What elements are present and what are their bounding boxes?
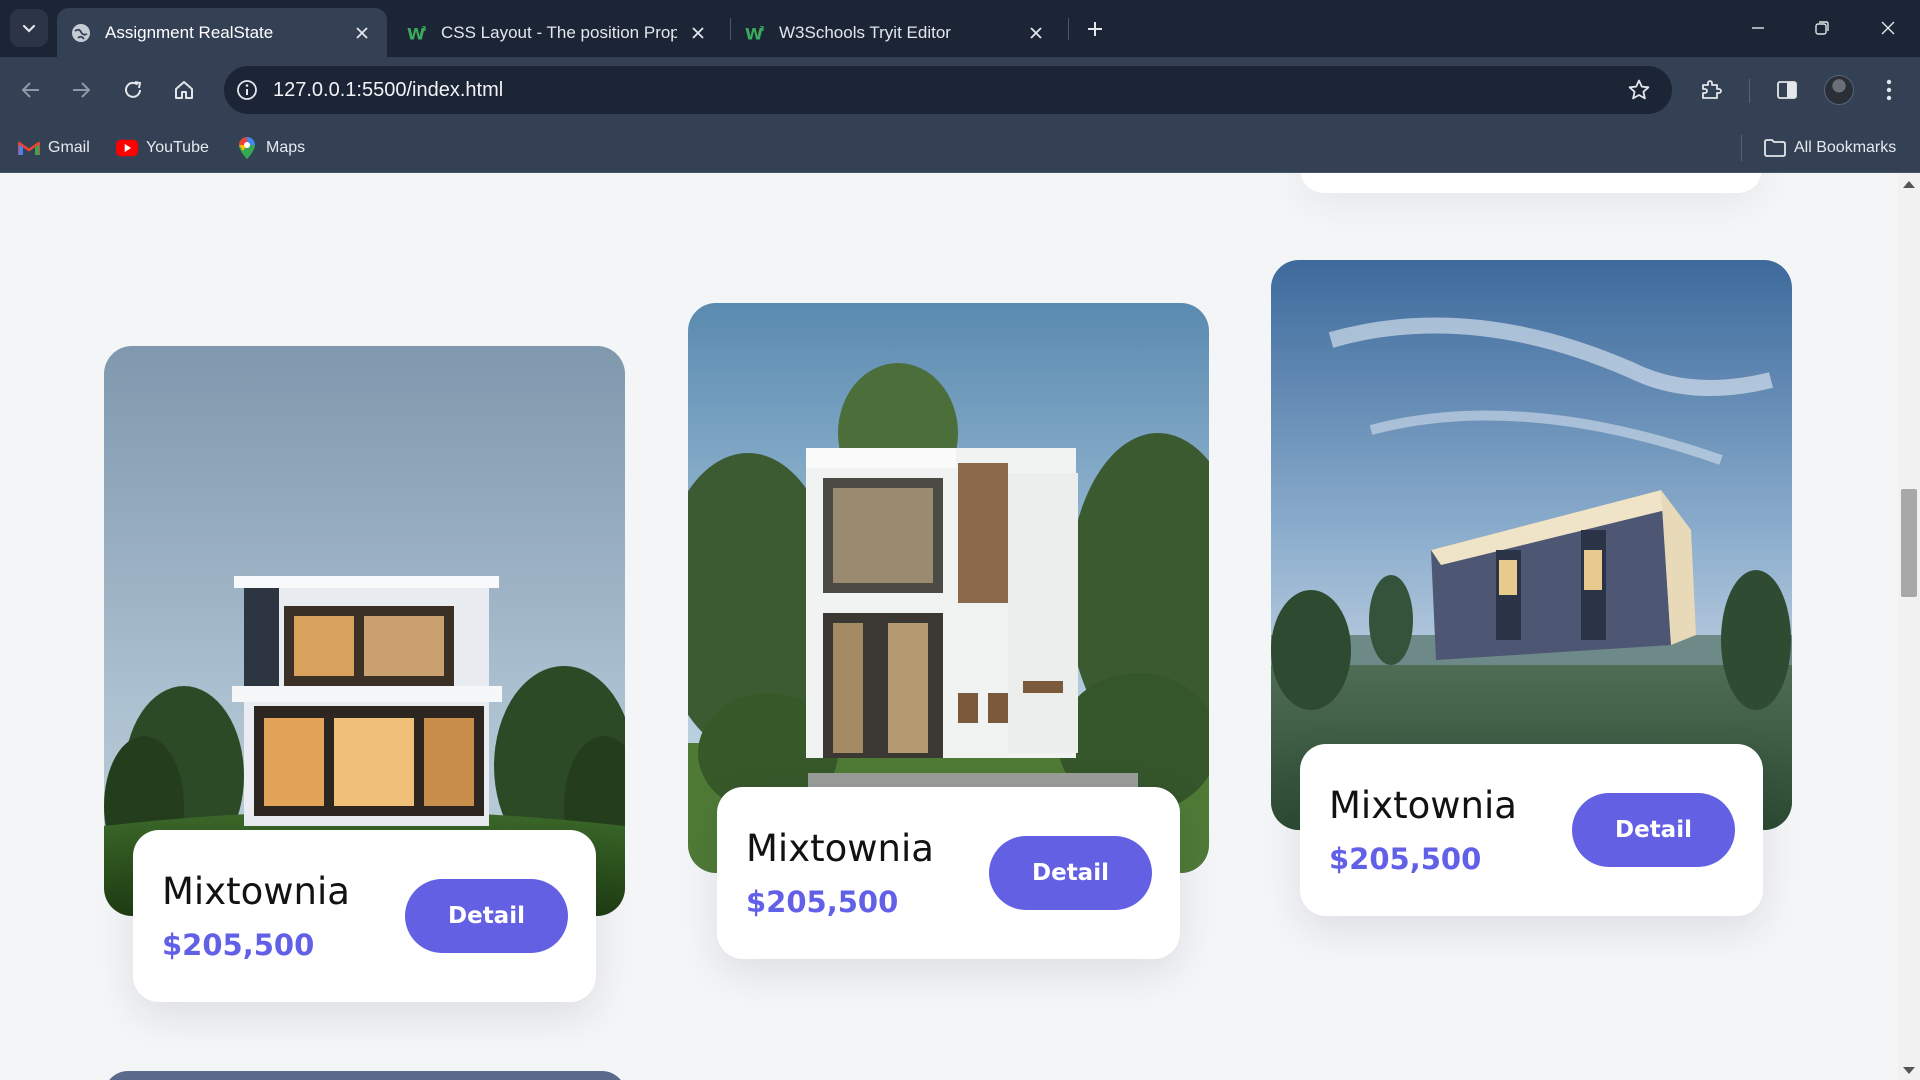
bookmark-label: Maps <box>266 139 306 156</box>
close-icon[interactable] <box>1025 22 1047 44</box>
property-info-card: Mixtownia $205,500 Detail <box>1300 744 1763 916</box>
youtube-icon <box>116 137 138 159</box>
close-icon[interactable] <box>351 22 373 44</box>
tab-separator <box>1068 18 1069 40</box>
tab-strip: Assignment RealState W3 CSS Layout - The… <box>0 0 1920 57</box>
home-button[interactable] <box>165 71 203 109</box>
back-button[interactable] <box>12 71 50 109</box>
restore-button[interactable] <box>1802 10 1842 46</box>
property-name: Mixtownia <box>746 827 934 870</box>
arrow-left-icon <box>21 82 39 98</box>
reload-icon <box>125 81 142 98</box>
arrow-right-icon <box>73 82 91 98</box>
page-scrollbar[interactable] <box>1898 173 1920 1080</box>
tab-w3schools-tryit[interactable]: W3 W3Schools Tryit Editor <box>731 8 1061 57</box>
detail-button[interactable]: Detail <box>405 879 568 953</box>
restore-icon <box>1815 21 1829 35</box>
bookmark-star-icon[interactable] <box>1622 73 1656 107</box>
site-info-icon[interactable] <box>233 76 261 104</box>
property-info-card: Mixtownia $205,500 Detail <box>717 787 1180 959</box>
tab-assignment-realstate[interactable]: Assignment RealState <box>57 8 387 57</box>
scroll-up-arrow-icon[interactable] <box>1903 181 1915 188</box>
all-bookmarks-button[interactable]: All Bookmarks <box>1764 135 1896 161</box>
property-card-2: Mixtownia $205,500 Detail <box>688 303 1209 959</box>
property-name: Mixtownia <box>162 870 350 913</box>
svg-text:3: 3 <box>760 24 765 33</box>
chevron-down-icon <box>22 24 36 33</box>
folder-icon <box>1764 137 1786 159</box>
navigation-toolbar: 127.0.0.1:5500/index.html <box>0 57 1920 123</box>
tab-title: CSS Layout - The position Property <box>441 22 677 42</box>
tab-title: Assignment RealState <box>105 22 274 42</box>
bookmark-youtube[interactable]: YouTube <box>116 135 209 161</box>
bookmark-maps[interactable]: Maps <box>236 135 305 161</box>
new-tab-button[interactable] <box>1080 14 1110 44</box>
detail-button[interactable]: Detail <box>989 836 1152 910</box>
profile-avatar[interactable] <box>1824 75 1854 105</box>
all-bookmarks-label: All Bookmarks <box>1794 139 1897 156</box>
more-vertical-icon <box>1886 79 1892 101</box>
property-card-1: Mixtownia $205,500 Detail <box>104 346 625 1002</box>
property-name: Mixtownia <box>1329 784 1517 827</box>
menu-button[interactable] <box>1870 71 1908 109</box>
maps-icon <box>236 137 258 159</box>
globe-icon <box>71 23 91 43</box>
property-price: $205,500 <box>162 928 315 962</box>
w3schools-icon: W3 <box>745 23 765 43</box>
minimize-button[interactable] <box>1738 10 1778 46</box>
bookmark-label: Gmail <box>48 139 90 156</box>
tab-search-button[interactable] <box>10 9 48 47</box>
reload-button[interactable] <box>114 71 152 109</box>
bookmarks-separator <box>1741 135 1742 161</box>
property-card-3: Mixtownia $205,500 Detail <box>1271 260 1792 916</box>
extensions-button[interactable] <box>1692 71 1730 109</box>
scroll-down-arrow-icon[interactable] <box>1903 1067 1915 1074</box>
gmail-icon <box>18 137 40 159</box>
toolbar-divider <box>1749 79 1750 103</box>
tab-title: W3Schools Tryit Editor <box>779 22 951 42</box>
previous-info-card <box>1300 173 1762 193</box>
page-content: Mixtownia $205,500 Detail Mixtownia $205… <box>0 173 1898 1080</box>
bookmark-label: YouTube <box>146 139 209 156</box>
puzzle-icon <box>1702 80 1722 99</box>
bookmarks-bar: Gmail YouTube Maps All Bookmarks <box>0 123 1920 173</box>
next-property-image <box>104 1071 626 1080</box>
svg-text:3: 3 <box>422 24 427 33</box>
close-icon <box>1881 21 1895 35</box>
side-panel-icon <box>1777 81 1797 99</box>
window-close-button[interactable] <box>1868 10 1908 46</box>
w3schools-icon: W3 <box>407 23 427 43</box>
property-price: $205,500 <box>746 885 899 919</box>
minimize-icon <box>1752 27 1764 29</box>
plus-icon <box>1088 22 1102 36</box>
scrollbar-thumb[interactable] <box>1901 489 1917 597</box>
bookmark-gmail[interactable]: Gmail <box>18 135 90 161</box>
property-info-card: Mixtownia $205,500 Detail <box>133 830 596 1002</box>
address-bar[interactable]: 127.0.0.1:5500/index.html <box>224 66 1672 114</box>
side-panel-button[interactable] <box>1768 71 1806 109</box>
tab-css-layout[interactable]: W3 CSS Layout - The position Property <box>393 8 723 57</box>
forward-button[interactable] <box>62 71 100 109</box>
url-text[interactable]: 127.0.0.1:5500/index.html <box>273 79 1622 102</box>
close-icon[interactable] <box>687 22 709 44</box>
home-icon <box>175 81 193 99</box>
detail-button[interactable]: Detail <box>1572 793 1735 867</box>
property-price: $205,500 <box>1329 842 1482 876</box>
